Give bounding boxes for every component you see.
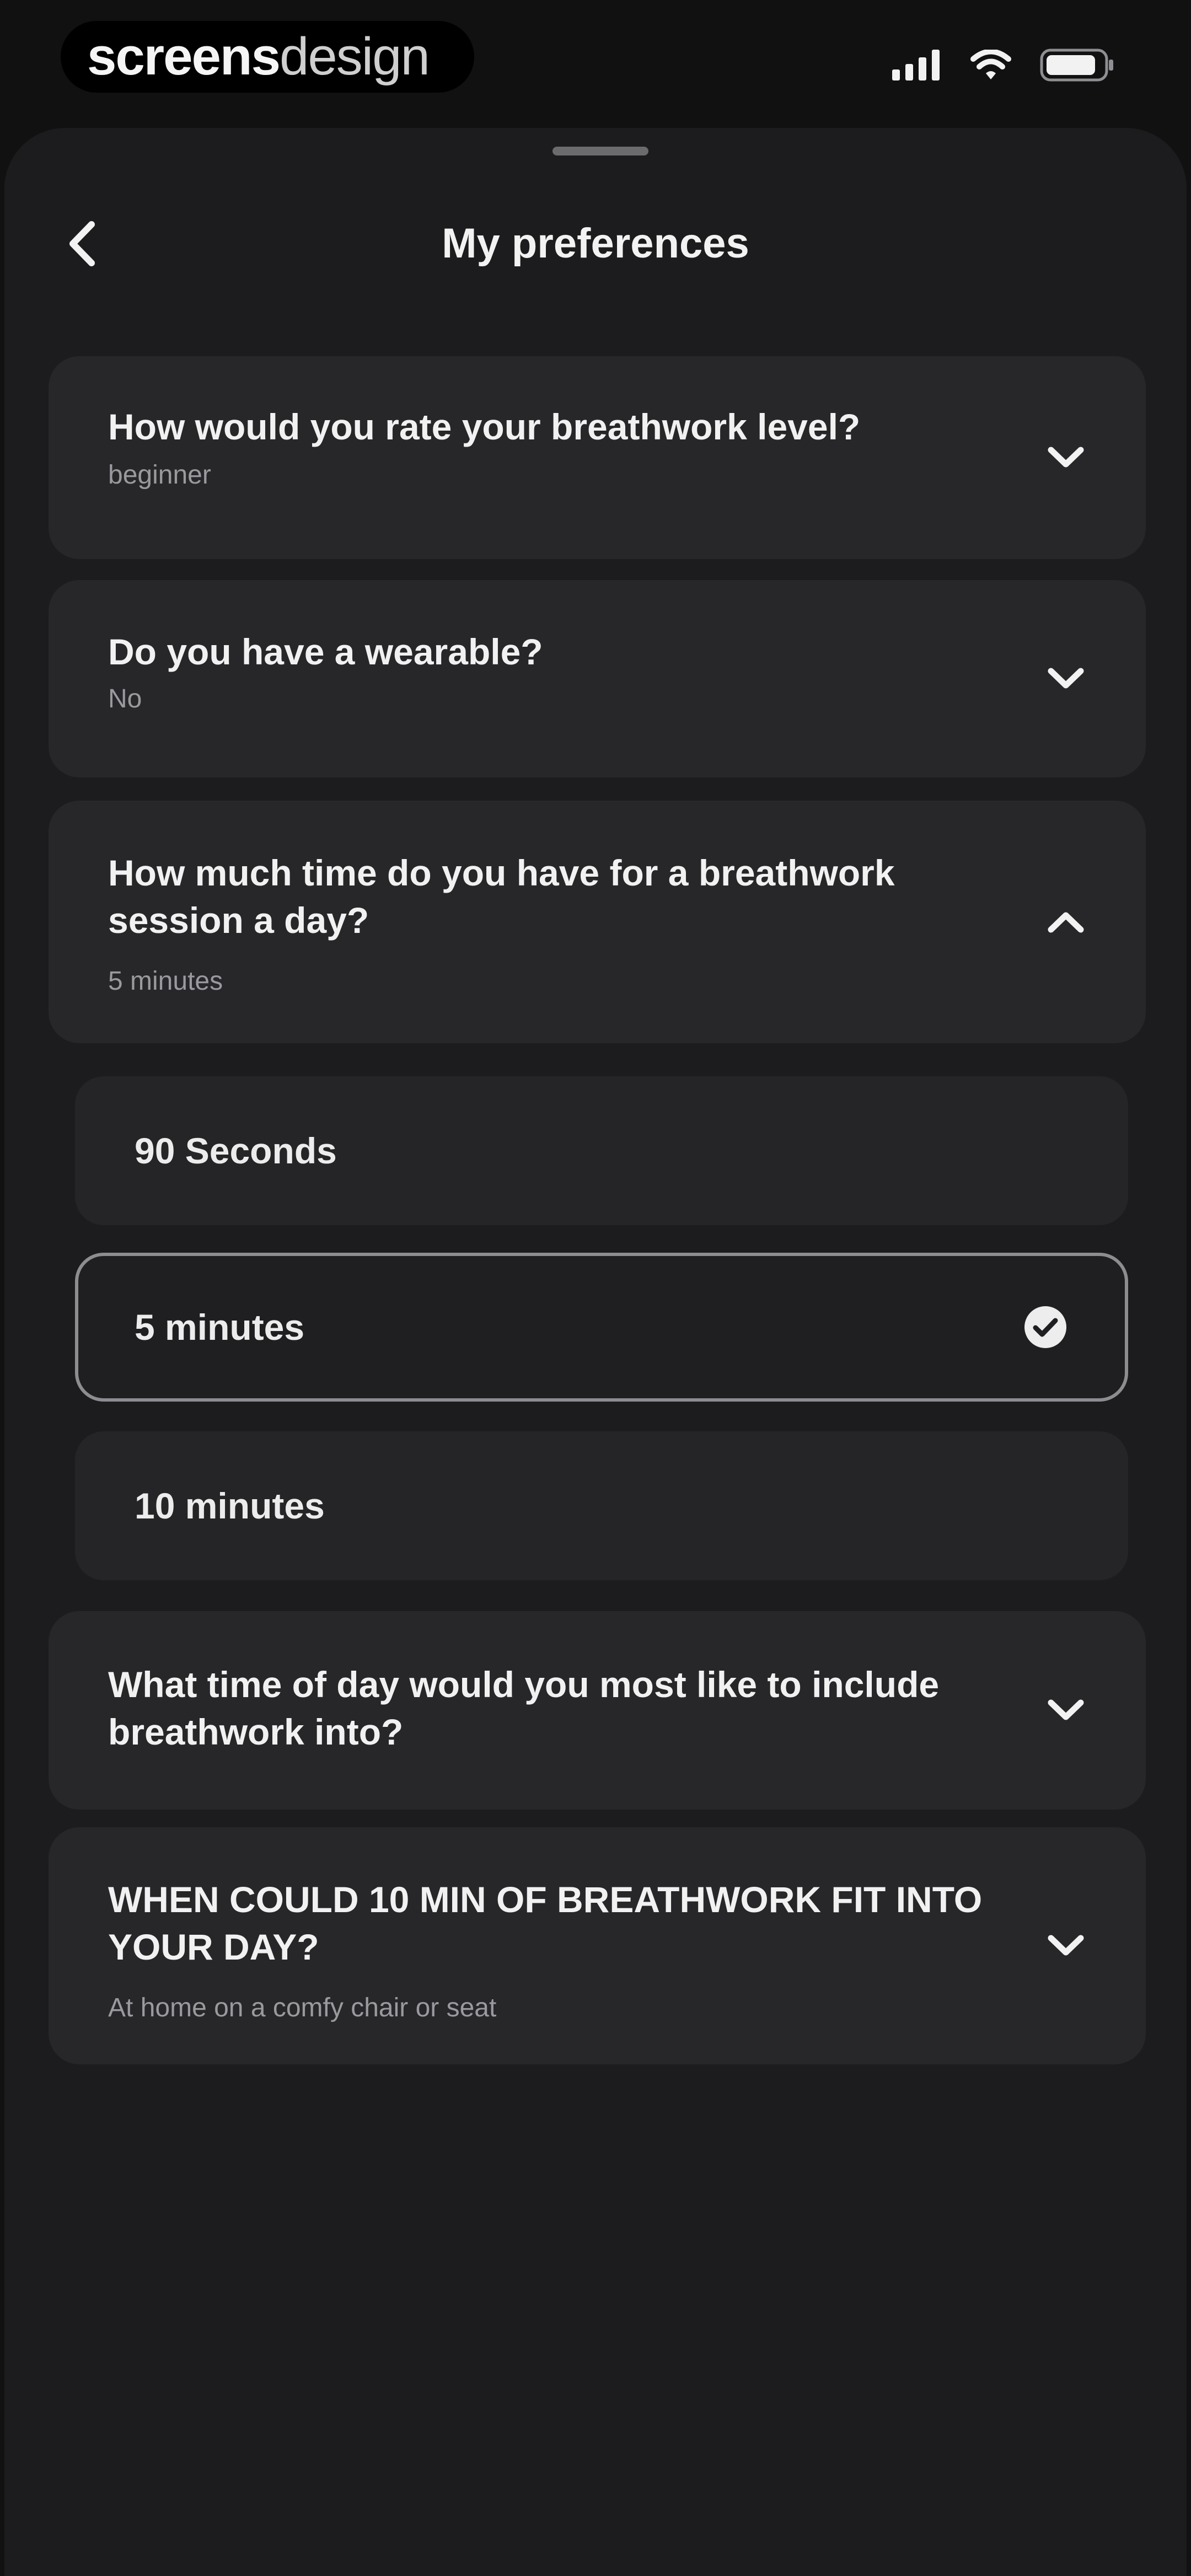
chevron-up-icon[interactable] bbox=[1041, 897, 1091, 947]
sheet-grabber[interactable] bbox=[552, 147, 648, 155]
preference-card-breathwork-level[interactable]: How would you rate your breathwork level… bbox=[49, 356, 1146, 559]
option-label: 90 Seconds bbox=[135, 1130, 337, 1171]
option-10-minutes[interactable]: 10 minutes bbox=[75, 1431, 1128, 1580]
status-bar: screens design bbox=[0, 0, 1191, 127]
brand-logo: screens design bbox=[61, 21, 474, 93]
option-5-minutes[interactable]: 5 minutes bbox=[75, 1253, 1128, 1402]
signal-icon bbox=[892, 50, 940, 80]
preference-card-time-of-day[interactable]: What time of day would you most like to … bbox=[49, 1611, 1146, 1810]
option-label: 10 minutes bbox=[135, 1485, 325, 1526]
wifi-icon bbox=[970, 50, 1011, 79]
option-label: 5 minutes bbox=[135, 1307, 305, 1348]
chevron-down-icon[interactable] bbox=[1041, 654, 1091, 704]
header: My preferences bbox=[4, 200, 1187, 288]
brand-logo-light: design bbox=[279, 27, 430, 86]
preference-card-fit-into-day[interactable]: WHEN COULD 10 MIN OF BREATHWORK FIT INTO… bbox=[49, 1827, 1146, 2064]
preference-question: How much time do you have for a breathwo… bbox=[108, 852, 895, 941]
preference-card-session-time[interactable]: How much time do you have for a breathwo… bbox=[49, 801, 1146, 1043]
preferences-sheet: My preferences How would you rate your b… bbox=[4, 128, 1187, 2576]
option-90-seconds[interactable]: 90 Seconds bbox=[75, 1076, 1128, 1225]
preference-question: What time of day would you most like to … bbox=[108, 1664, 940, 1752]
battery-icon bbox=[1040, 49, 1113, 82]
preference-question: How would you rate your breathwork level… bbox=[108, 406, 861, 447]
chevron-down-icon[interactable] bbox=[1041, 433, 1091, 482]
preference-answer: 5 minutes bbox=[108, 967, 223, 996]
preference-answer: No bbox=[108, 684, 142, 713]
preference-question: Do you have a wearable? bbox=[108, 631, 543, 672]
back-button[interactable] bbox=[55, 216, 110, 271]
check-circle-icon bbox=[1024, 1306, 1066, 1348]
preference-answer: beginner bbox=[108, 460, 211, 490]
status-icons bbox=[892, 49, 1114, 82]
page-title: My preferences bbox=[442, 220, 749, 267]
preference-card-wearable[interactable]: Do you have a wearable? No bbox=[49, 580, 1146, 777]
chevron-left-icon bbox=[69, 221, 95, 266]
preference-question: WHEN COULD 10 MIN OF BREATHWORK FIT INTO… bbox=[108, 1879, 983, 1967]
brand-logo-strong: screens bbox=[87, 27, 281, 86]
chevron-down-icon[interactable] bbox=[1041, 1686, 1091, 1735]
chevron-down-icon[interactable] bbox=[1041, 1921, 1091, 1971]
preference-answer: At home on a comfy chair or seat bbox=[108, 1993, 497, 2022]
